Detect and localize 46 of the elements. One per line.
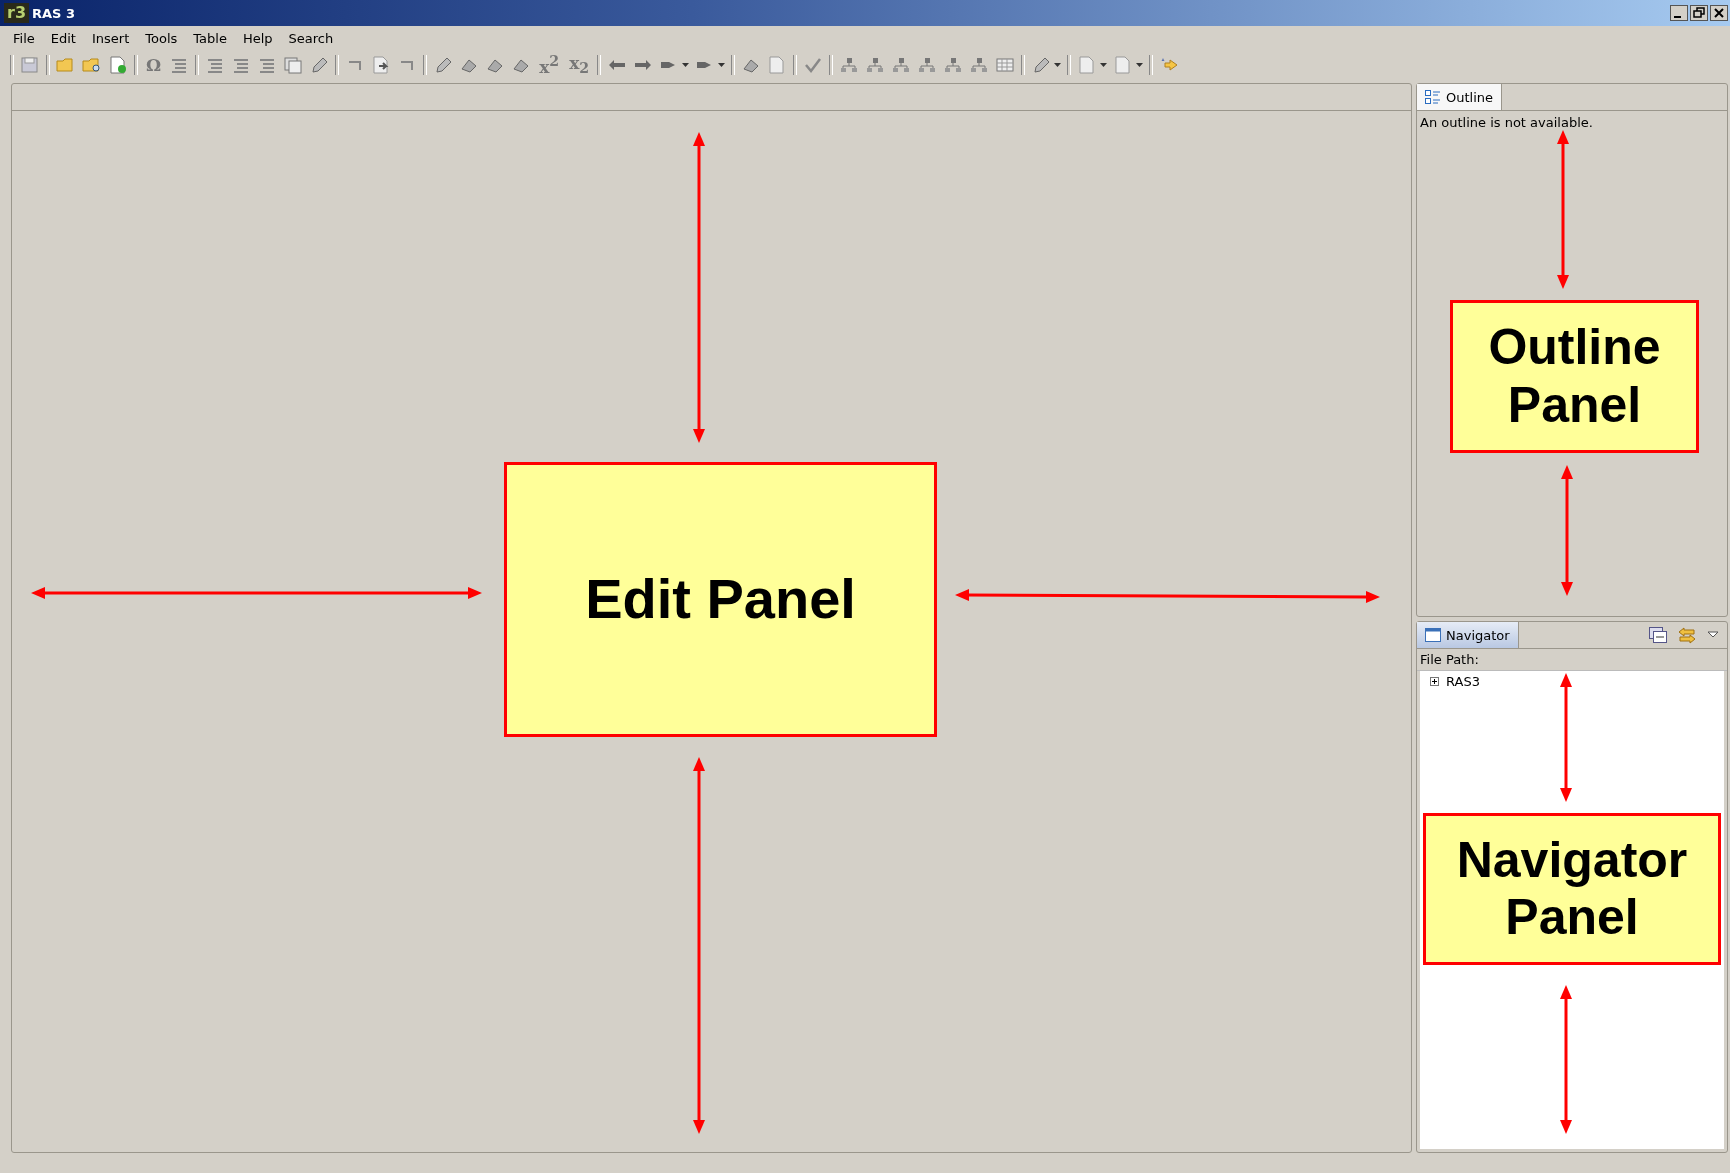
doc-icon[interactable]: [108, 56, 128, 74]
tree-icon[interactable]: [891, 56, 912, 74]
callout: Navigator Panel: [1423, 813, 1721, 965]
caret-icon[interactable]: [1100, 63, 1108, 67]
pencil-icon[interactable]: [433, 56, 454, 74]
menu-item[interactable]: File: [6, 28, 42, 48]
copy-icon[interactable]: [283, 56, 304, 74]
app-logo: r3: [4, 3, 30, 23]
view-menu-icon[interactable]: [1707, 631, 1719, 639]
menu-item[interactable]: Help: [235, 28, 280, 48]
caret-icon[interactable]: [682, 63, 690, 67]
menu-item[interactable]: Edit: [43, 28, 83, 48]
menu-item[interactable]: Search: [281, 28, 341, 48]
close-icon[interactable]: [1710, 5, 1728, 21]
menu-item[interactable]: Tools: [138, 28, 185, 48]
window-icon: [1425, 628, 1441, 642]
menu-item[interactable]: Table: [186, 28, 234, 48]
outline-message: An outline is not available.: [1419, 114, 1594, 132]
minimize-icon[interactable]: [1670, 5, 1688, 21]
tree-icon[interactable]: [839, 56, 860, 74]
pencil-icon[interactable]: [1031, 56, 1052, 74]
grid-icon[interactable]: [995, 56, 1016, 74]
navigator-tab[interactable]: Navigator: [1417, 622, 1519, 648]
callout: Edit Panel: [504, 462, 937, 737]
tree-icon[interactable]: [969, 56, 990, 74]
expander-icon[interactable]: [1430, 677, 1439, 686]
caret-icon[interactable]: [1136, 63, 1144, 67]
tree-icon[interactable]: [943, 56, 964, 74]
menu-item[interactable]: Insert: [84, 28, 137, 48]
caret-icon[interactable]: [718, 63, 726, 67]
tree-item[interactable]: RAS3: [1446, 674, 1480, 689]
outline-icon: [1425, 90, 1441, 104]
window-title: RAS 3: [32, 5, 76, 21]
tree-icon[interactable]: [917, 56, 938, 74]
save-icon[interactable]: [20, 56, 40, 74]
star-arrow-icon[interactable]: [1159, 56, 1180, 74]
folder-icon[interactable]: [82, 56, 102, 74]
collapse-all-icon[interactable]: [1649, 627, 1667, 643]
callout: Outline Panel: [1450, 300, 1699, 453]
check-icon[interactable]: [803, 56, 824, 74]
restore-icon[interactable]: [1690, 5, 1708, 21]
caret-icon[interactable]: [1054, 63, 1062, 67]
pencil-icon[interactable]: [309, 56, 330, 74]
link-arrows-icon[interactable]: [1677, 626, 1697, 644]
tree-icon[interactable]: [865, 56, 886, 74]
outline-tab[interactable]: Outline: [1417, 84, 1503, 110]
